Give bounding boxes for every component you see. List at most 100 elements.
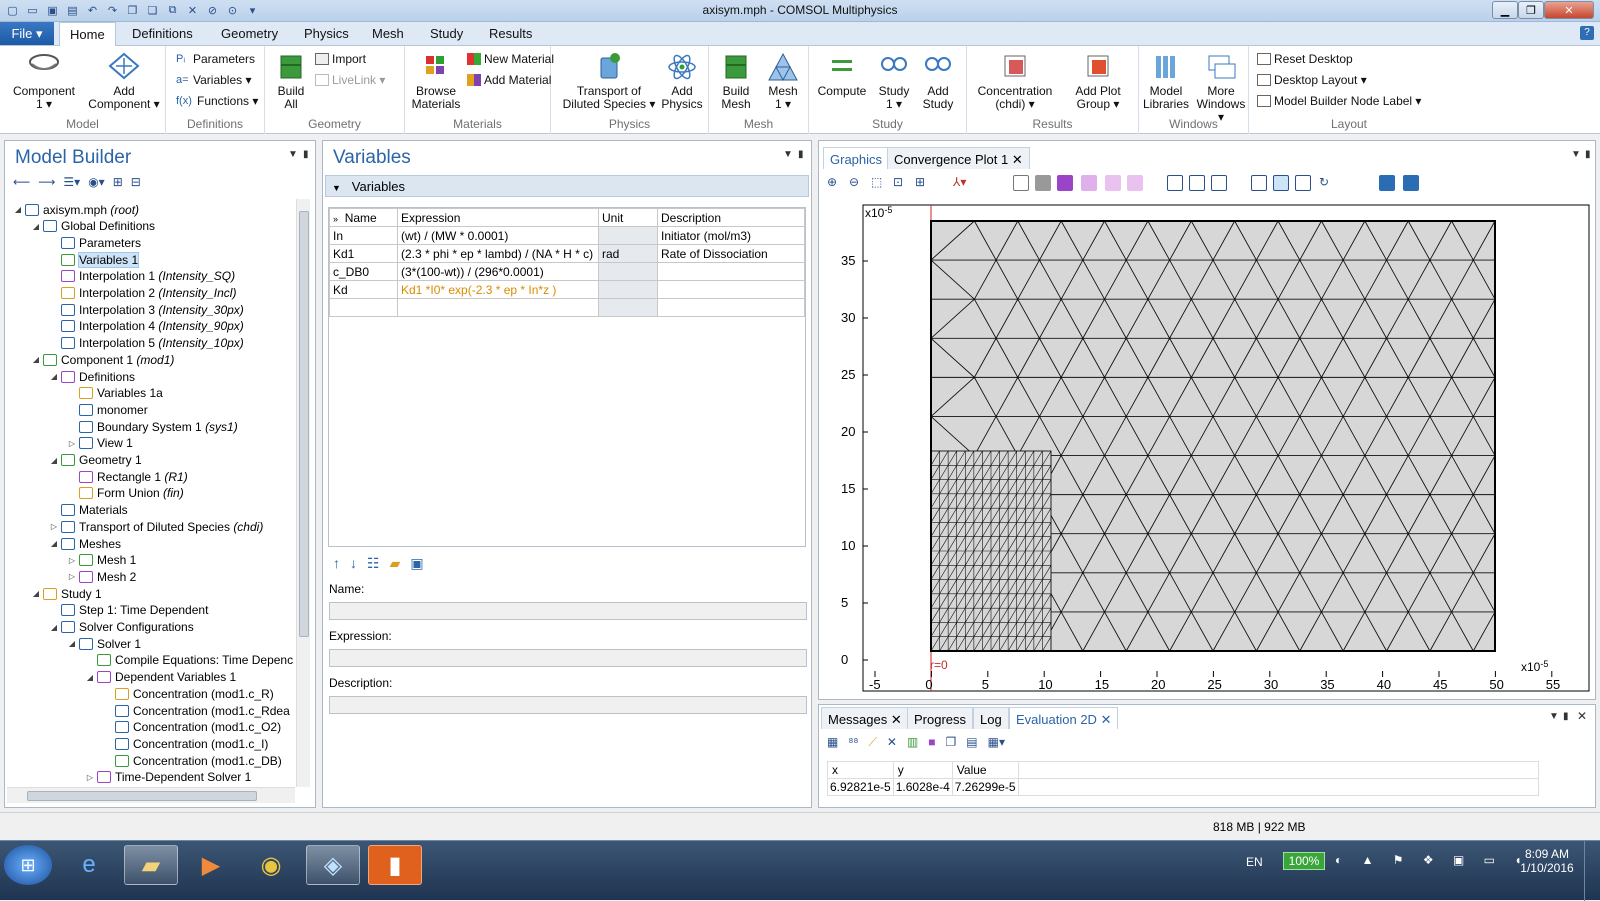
empty-cell[interactable] xyxy=(329,298,398,317)
new-material-button[interactable]: New Material xyxy=(467,52,554,66)
table-icon[interactable]: ▦ xyxy=(827,735,838,750)
tree-node[interactable]: monomer xyxy=(67,401,148,418)
cell-expr[interactable]: Kd1 *I0* exp(-2.3 * ep * In*z ) xyxy=(397,280,599,299)
build-all-button[interactable]: Build All xyxy=(271,52,311,111)
expand-toggle-icon[interactable]: ▷ xyxy=(67,556,77,565)
tab-study[interactable]: Study xyxy=(430,26,463,41)
camera-icon[interactable] xyxy=(1379,175,1395,191)
settings-pin-icon[interactable]: ▮ xyxy=(798,149,804,160)
tab-graphics[interactable]: Graphics xyxy=(823,147,890,169)
tree-node[interactable]: Form Union (fin) xyxy=(67,485,184,502)
delete-eval-icon[interactable]: ✕ xyxy=(887,735,897,750)
move-down-icon[interactable]: ↓ xyxy=(350,555,357,572)
delete-row-icon[interactable]: ☷ xyxy=(367,555,380,572)
cell-name[interactable]: Kd1 xyxy=(329,244,398,263)
settings-menu-icon[interactable]: ▼ xyxy=(783,149,793,160)
tree-node[interactable]: ◢ Meshes xyxy=(49,535,121,552)
save-table-icon[interactable]: ▤ xyxy=(966,735,977,750)
refresh-icon[interactable]: ↻ xyxy=(1319,175,1335,191)
export-icon[interactable]: ▥ xyxy=(907,735,918,750)
tab-geometry[interactable]: Geometry xyxy=(221,26,278,41)
more-windows-button[interactable]: More Windows ▾ xyxy=(1193,52,1249,124)
tab-convergence-plot[interactable]: Convergence Plot 1 ✕ xyxy=(887,147,1030,169)
compute-button[interactable]: Compute xyxy=(813,52,871,98)
tree-node[interactable]: Interpolation 4 (Intensity_90px) xyxy=(49,318,244,335)
plot-icon[interactable]: ■ xyxy=(928,735,935,750)
expand-toggle-icon[interactable]: ◢ xyxy=(49,623,59,632)
column-header-name[interactable]: » Name xyxy=(329,208,398,227)
add-physics-button[interactable]: Add Physics xyxy=(659,52,705,111)
column-header-description[interactable]: Description xyxy=(657,208,805,227)
expand-toggle-icon[interactable]: ◢ xyxy=(31,222,41,231)
tree-node[interactable]: ▷ Mesh 1 xyxy=(67,552,136,569)
tab-home[interactable]: Home xyxy=(59,22,116,46)
save-to-file-icon[interactable]: ▣ xyxy=(410,555,423,572)
browse-materials-button[interactable]: Browse Materials xyxy=(407,52,465,111)
cell-desc[interactable] xyxy=(657,280,805,299)
tab-definitions[interactable]: Definitions xyxy=(132,26,193,41)
zoom-box-icon[interactable]: ⬚ xyxy=(871,175,887,191)
select-domain-icon[interactable] xyxy=(1035,175,1051,191)
tree-node[interactable]: ◢ Solver 1 xyxy=(67,635,141,652)
desktop-layout-button[interactable]: Desktop Layout ▾ xyxy=(1257,73,1367,87)
select-box-icon[interactable] xyxy=(1127,175,1143,191)
tree-node[interactable]: Parameters xyxy=(49,234,141,251)
tab-mesh[interactable]: Mesh xyxy=(372,26,404,41)
office-icon[interactable]: ▮ xyxy=(368,845,422,885)
empty-cell[interactable] xyxy=(598,298,658,317)
node-label-button[interactable]: Model Builder Node Label ▾ xyxy=(1257,94,1421,108)
table-row[interactable]: Kd1 (2.3 * phi * ep * lambd) / (NA * H * … xyxy=(329,244,805,263)
tree-node[interactable]: Interpolation 1 (Intensity_SQ) xyxy=(49,268,235,285)
tree-node[interactable]: Materials xyxy=(49,502,128,519)
expand-toggle-icon[interactable]: ◢ xyxy=(49,539,59,548)
messages-close-icon[interactable]: ✕ xyxy=(1577,709,1587,723)
tab-messages[interactable]: Messages ✕ xyxy=(821,707,909,729)
expression-field[interactable] xyxy=(329,649,807,667)
empty-cell[interactable] xyxy=(657,298,805,317)
tree-node[interactable]: ▷ Time-Dependent Solver 1 xyxy=(85,769,251,786)
messages-menu-icon[interactable]: ▼ xyxy=(1549,711,1559,722)
minimize-button[interactable]: ▁ xyxy=(1492,1,1518,19)
tree-node[interactable]: Variables 1 xyxy=(49,251,140,268)
study-button[interactable]: Study 1 ▾ xyxy=(873,52,915,111)
table-row[interactable]: In (wt) / (MW * 0.0001) Initiator (mol/m3) xyxy=(329,226,805,245)
tree-node[interactable]: ◢ Global Definitions xyxy=(31,218,155,235)
tree-horizontal-scrollbar[interactable] xyxy=(7,787,295,803)
help-icon[interactable]: ? xyxy=(1580,26,1594,40)
add-plot-group-button[interactable]: Add Plot Group ▾ xyxy=(1063,52,1133,111)
graphics-menu-icon[interactable]: ▼ xyxy=(1571,149,1581,160)
zoom-extents-icon[interactable]: ⊞ xyxy=(915,175,931,191)
tree-node[interactable]: Boundary System 1 (sys1) xyxy=(67,418,238,435)
comsol-icon[interactable]: ◈ xyxy=(306,845,360,885)
internet-explorer-icon[interactable]: e xyxy=(62,845,116,885)
close-tab-icon[interactable]: ✕ xyxy=(1012,152,1023,167)
tab-progress[interactable]: Progress xyxy=(907,707,974,729)
cell-name[interactable]: c_DB0 xyxy=(329,262,398,281)
expand-toggle-icon[interactable]: ◢ xyxy=(13,205,23,214)
tree-node[interactable]: Step 1: Time Dependent xyxy=(49,602,208,619)
select-edge-icon[interactable] xyxy=(1081,175,1097,191)
expand-toggle-icon[interactable]: ▷ xyxy=(67,439,77,448)
mesh-plot[interactable]: x10-5 x10-5 r=0 35302520151050 -5 0 5 10 15 2… xyxy=(821,197,1591,697)
cell-name[interactable]: Kd xyxy=(329,280,398,299)
select-all-icon[interactable] xyxy=(1189,175,1205,191)
tree-node[interactable]: ▷ Transport of Diluted Species (chdi) xyxy=(49,518,263,535)
tray-icons[interactable]: ◐ ▲ ⚑ ❖ ▣ ▭ ◖ xyxy=(1335,853,1530,867)
tree-node[interactable]: ◢ Geometry 1 xyxy=(49,452,142,469)
language-indicator[interactable]: EN xyxy=(1246,855,1263,869)
table-row[interactable]: Kd Kd1 *I0* exp(-2.3 * ep * In*z ) xyxy=(329,280,805,299)
reset-desktop-button[interactable]: Reset Desktop xyxy=(1257,52,1353,66)
cell-unit[interactable] xyxy=(598,262,658,281)
clear-icon[interactable]: ⟋ xyxy=(868,735,876,750)
close-window-button[interactable]: ✕ xyxy=(1544,1,1594,19)
tree-node[interactable]: ◢ Definitions xyxy=(49,368,135,385)
select-object-icon[interactable] xyxy=(1013,175,1029,191)
table-row[interactable]: c_DB0 (3*(100-wt)) / (296*0.0001) xyxy=(329,262,805,281)
close-messages-icon[interactable]: ✕ xyxy=(891,712,902,727)
cell-expr[interactable]: (wt) / (MW * 0.0001) xyxy=(397,226,599,245)
cell-expr[interactable]: (2.3 * phi * ep * lambd) / (NA * H * c) xyxy=(397,244,599,263)
select-boundary-icon[interactable] xyxy=(1057,175,1073,191)
pin-icon[interactable]: ▮ xyxy=(303,149,309,160)
expand-toggle-icon[interactable]: ◢ xyxy=(85,673,95,682)
tab-log[interactable]: Log xyxy=(973,707,1009,729)
